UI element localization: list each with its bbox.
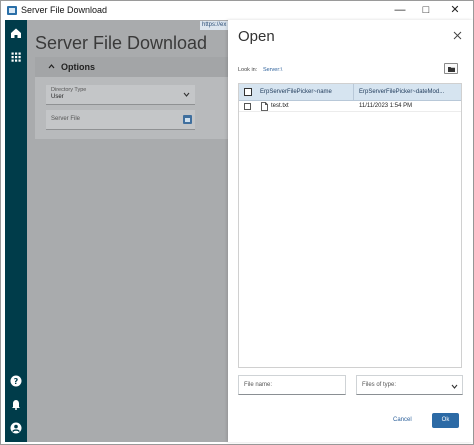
file-icon [261,102,268,111]
user-icon[interactable] [9,421,23,435]
page-title: Server File Download [35,33,208,53]
home-icon[interactable] [9,26,23,40]
options-header[interactable]: Options [35,57,231,77]
server-file-field[interactable]: Server File [46,110,195,130]
close-icon[interactable] [453,31,462,40]
row-checkbox[interactable] [244,103,251,110]
app-window: Server File Download — □ ✕ ? Server File… [0,0,474,445]
title-bar: Server File Download — □ ✕ [1,1,473,20]
options-label: Options [61,62,95,72]
select-all-checkbox[interactable] [244,88,252,96]
dialog-title: Open [238,28,275,45]
grid-header: ErpServerFilePicker~name ErpServerFilePi… [239,84,461,101]
file-name-input[interactable]: File name: [238,375,346,395]
window-title: Server File Download [21,5,108,15]
new-folder-button[interactable] [444,63,458,74]
table-row[interactable]: test.txt 11/11/2023 1:54 PM [239,101,461,112]
bell-icon[interactable] [9,397,23,411]
file-name-cell: test.txt [271,103,289,109]
browse-file-icon[interactable] [183,115,192,124]
ok-button[interactable]: Ok [432,413,459,428]
column-header-date-modified[interactable]: ErpServerFilePicker~dateMod... [354,84,461,100]
chevron-down-icon [451,384,458,389]
file-type-select[interactable]: Files of type: [356,375,463,395]
file-name-placeholder: File name: [244,382,273,388]
look-in-path[interactable]: Server:\ [263,67,282,73]
directory-type-select[interactable]: Directory Type User [46,85,195,105]
nav-rail: ? [5,20,27,442]
cancel-button[interactable]: Cancel [393,417,412,423]
app-icon [7,6,17,15]
close-window-button[interactable]: ✕ [442,3,468,18]
server-file-placeholder: Server File [51,116,81,122]
directory-type-value: User [51,94,64,100]
help-icon[interactable]: ? [9,374,23,388]
url-chip: https://ex [200,21,229,30]
directory-type-label: Directory Type [51,87,87,93]
options-panel: Options Directory Type User Server File [35,57,231,139]
chevron-down-icon [183,92,190,97]
look-in-label: Look in: [238,67,258,73]
column-header-name[interactable]: ErpServerFilePicker~name [255,84,354,100]
open-dialog: Open Look in: Server:\ ErpServerFilePick… [228,20,473,442]
file-grid: ErpServerFilePicker~name ErpServerFilePi… [238,83,462,368]
maximize-button[interactable]: □ [413,3,439,18]
chevron-up-icon [48,64,55,69]
svg-text:?: ? [14,377,19,386]
apps-grid-icon[interactable] [9,50,23,64]
file-date-cell: 11/11/2023 1:54 PM [359,103,413,109]
minimize-button[interactable]: — [387,3,413,18]
folder-icon [448,67,455,72]
file-type-placeholder: Files of type: [362,382,397,388]
